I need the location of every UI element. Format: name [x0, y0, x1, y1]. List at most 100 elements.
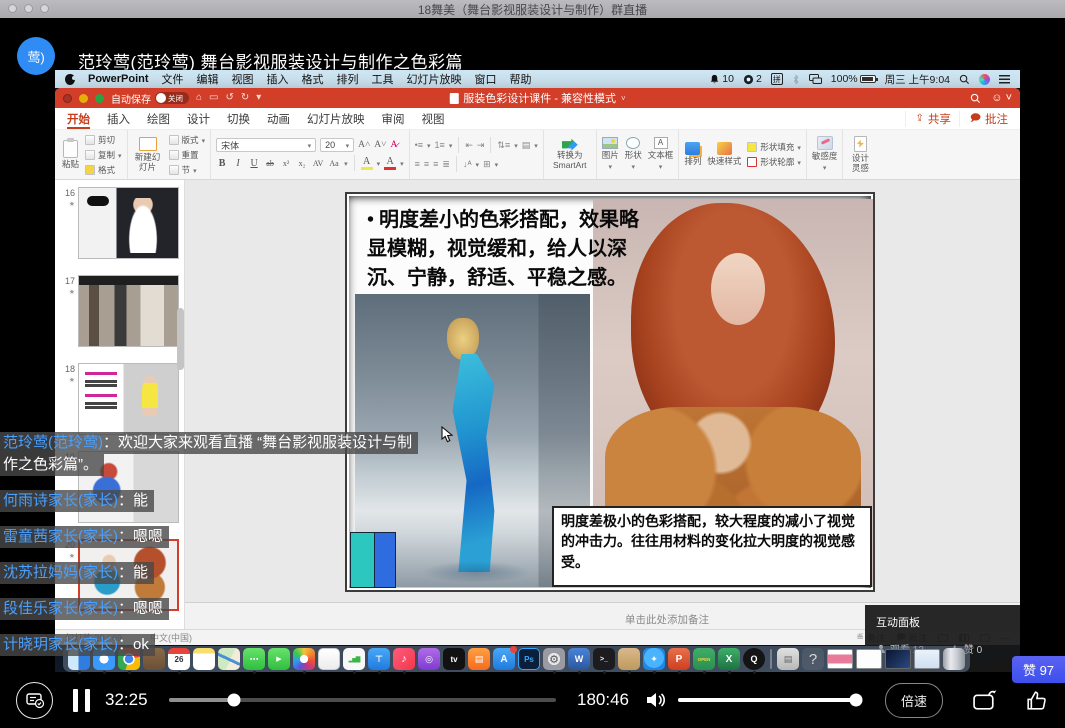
cut-button[interactable]: 剪切 [85, 134, 122, 146]
ribbon-tab[interactable]: 插入 [107, 108, 130, 129]
font-size-select[interactable]: 20 [320, 138, 354, 152]
apple-logo-icon[interactable] [65, 74, 75, 85]
ribbon-tab[interactable]: 审阅 [382, 108, 405, 129]
minimized-window-1[interactable] [827, 649, 853, 669]
subscript-button[interactable]: x₂ [296, 159, 308, 168]
battery-status[interactable]: 100% [831, 73, 876, 85]
menubar-item[interactable]: 视图 [232, 71, 254, 87]
redo-icon[interactable]: ↻ [241, 93, 249, 103]
update-status[interactable]: 2 [743, 73, 762, 85]
underline-button[interactable]: U [248, 158, 260, 169]
pp-minimize-button[interactable] [79, 94, 88, 103]
justify-icon[interactable] [442, 160, 450, 169]
highlight-button[interactable]: A [361, 156, 373, 170]
save-icon[interactable]: ▭ [209, 93, 218, 103]
qq-icon[interactable]: Q [743, 648, 765, 670]
powerpoint-icon[interactable]: P [668, 648, 690, 670]
pp-search-icon[interactable] [970, 93, 981, 104]
minimized-window-2[interactable] [856, 649, 882, 669]
columns-icon[interactable] [522, 141, 531, 150]
bold-button[interactable]: B [216, 158, 228, 169]
increase-indent-icon[interactable] [477, 141, 485, 150]
excel-icon[interactable]: X [718, 648, 740, 670]
pp-close-button[interactable] [63, 94, 72, 103]
ribbon-tab[interactable]: 视图 [422, 108, 445, 129]
progress-bar[interactable] [169, 698, 556, 702]
design-ideas-button[interactable]: 设计灵感 [848, 136, 872, 174]
line-spacing-icon[interactable] [497, 141, 510, 150]
terminal-icon[interactable]: >_ [593, 648, 615, 670]
superscript-button[interactable]: x² [280, 159, 292, 168]
control-center-icon[interactable] [999, 75, 1010, 84]
numbering-icon[interactable] [435, 141, 445, 150]
video-area[interactable]: 莺) 范玲莺(范玲莺) 舞台影视服装设计与制作之色彩篇 PowerPoint 文… [0, 18, 1065, 672]
ribbon-tab[interactable]: 绘图 [147, 108, 170, 129]
font-color-button[interactable]: A [384, 156, 396, 170]
home-icon[interactable]: ⌂ [196, 93, 202, 103]
streamer-avatar[interactable]: 莺) [17, 37, 55, 75]
decrease-indent-icon[interactable] [465, 141, 473, 150]
slide-thumbnail[interactable] [78, 363, 179, 435]
menubar-item[interactable]: 编辑 [197, 71, 219, 87]
menubar-item[interactable]: 工具 [372, 71, 394, 87]
ribbon-tab[interactable]: 切换 [227, 108, 250, 129]
menubar-item[interactable]: 插入 [267, 71, 289, 87]
shape-outline-button[interactable]: 形状轮廓 [747, 156, 801, 168]
insert-textbox-button[interactable]: A文本框 [648, 137, 674, 173]
pause-button[interactable] [73, 689, 90, 712]
notification-bell-status[interactable]: 10 [709, 73, 734, 85]
undo-icon[interactable]: ↺ [226, 93, 234, 103]
search-icon[interactable] [959, 74, 970, 85]
menubar-item[interactable]: 幻灯片放映 [407, 71, 462, 87]
books-icon[interactable]: ▤ [468, 648, 490, 670]
archive-utility-icon[interactable] [618, 648, 640, 670]
siri-icon[interactable] [979, 74, 990, 85]
section-button[interactable]: 节 [169, 164, 206, 176]
share-button[interactable]: 共享 [905, 111, 951, 127]
paste-button[interactable]: 粘贴 [62, 140, 79, 170]
convert-to-smartart-button[interactable]: 转换为SmartArt [549, 139, 591, 171]
format-painter-button[interactable]: 格式 [85, 164, 122, 176]
app-store-icon[interactable]: A [493, 648, 515, 670]
comments-button[interactable]: 批注 [959, 111, 1008, 127]
slide-thumbnail[interactable] [78, 187, 179, 259]
align-center-icon[interactable] [424, 160, 429, 169]
text-direction-icon[interactable] [463, 160, 472, 169]
notes-placeholder[interactable]: 单击此处添加备注 [625, 612, 709, 627]
thumbnail-scrollbar[interactable] [177, 308, 184, 370]
slide-caption-text[interactable]: 明度差极小的色彩搭配，较大程度的减小了视觉的冲击力。往往用材料的变化拉大明度的视… [552, 506, 872, 587]
smiley-feedback-icon[interactable]: ☺ ˅ [991, 92, 1012, 104]
volume-handle[interactable] [849, 694, 862, 707]
slide-canvas[interactable]: • 明度差小的色彩搭配，效果略显模糊，视觉缓和，给人以深沉、宁静，舒适、平稳之感… [345, 192, 875, 592]
volume-button[interactable] [644, 690, 668, 710]
bluetooth-icon[interactable] [792, 74, 800, 85]
align-left-icon[interactable] [415, 160, 420, 169]
menubar-clock[interactable]: 周三 上午9:04 [885, 72, 950, 87]
podcasts-icon[interactable]: ◎ [418, 648, 440, 670]
shape-fill-button[interactable]: 形状填充 [747, 141, 801, 153]
grow-font-icon[interactable]: A˄ [358, 140, 370, 150]
word-icon[interactable]: W [568, 648, 590, 670]
align-text-icon[interactable] [483, 160, 491, 169]
quick-styles-button[interactable]: 快速样式 [707, 142, 741, 167]
autosave-toggle[interactable]: 自动保存 关闭 [111, 91, 189, 106]
trash-icon[interactable] [943, 648, 965, 670]
screen-mirroring-icon[interactable] [809, 74, 822, 84]
dock-divider[interactable] [770, 649, 772, 669]
file-drawer-icon[interactable]: ▤ [777, 648, 799, 670]
window-zoom-button[interactable] [40, 4, 49, 13]
arrange-button[interactable]: 排列 [684, 142, 701, 167]
volume-slider[interactable] [678, 698, 856, 702]
align-right-icon[interactable] [433, 160, 438, 169]
change-case-button[interactable]: Aa [328, 159, 340, 168]
strikethrough-button[interactable]: ab [264, 159, 276, 168]
menubar-app-name[interactable]: PowerPoint [88, 73, 149, 85]
document-title[interactable]: 服装色彩设计课件 - 兼容性模式 [463, 90, 616, 106]
font-name-select[interactable]: 宋体 [216, 138, 316, 152]
clear-format-icon[interactable]: A̷ [391, 140, 398, 150]
pp-zoom-button[interactable] [95, 94, 104, 103]
menubar-item[interactable]: 窗口 [475, 71, 497, 87]
playback-speed-button[interactable]: 倍速 [885, 683, 943, 718]
minimized-window-3[interactable] [885, 649, 911, 669]
apple-tv-icon[interactable]: tv [443, 648, 465, 670]
